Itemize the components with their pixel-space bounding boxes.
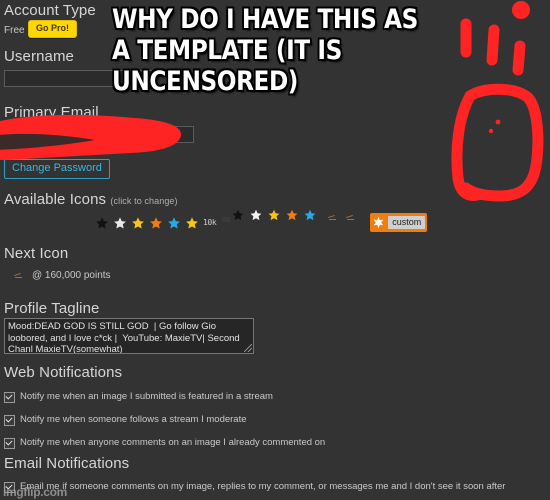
web-notification-checkbox-3[interactable] (4, 438, 15, 449)
flag-star-icon-blue[interactable] (304, 209, 325, 230)
next-icon-preview (14, 272, 23, 279)
profile-tagline-value: Mood:DEAD GOD IS STILL GOD | Go follow G… (8, 321, 243, 354)
person-icon-gray[interactable] (4, 215, 19, 230)
profile-tagline-heading: Profile Tagline (4, 300, 100, 317)
change-password-button[interactable]: Change Password (4, 159, 110, 179)
available-icons-title: Available Icons (4, 191, 107, 208)
star-icon-blue[interactable] (166, 215, 181, 230)
resize-grip-icon[interactable] (244, 344, 252, 352)
profile-tagline-textarea[interactable]: Mood:DEAD GOD IS STILL GOD | Go follow G… (4, 318, 254, 354)
next-icon-heading: Next Icon (4, 245, 69, 262)
go-pro-button[interactable]: Go Pro! (28, 20, 77, 38)
sheriff-star-icon[interactable] (184, 215, 199, 230)
red-hand-dots (488, 1, 530, 134)
username-heading: Username (4, 48, 74, 65)
compass-icon (372, 216, 385, 229)
web-notification-label-1: Notify me when an image I submitted is f… (20, 391, 273, 402)
web-notification-row[interactable]: Notify me when someone follows a stream … (4, 414, 247, 426)
star-icon-orange[interactable] (148, 215, 163, 230)
available-icons-hint: (click to change) (110, 196, 178, 206)
available-icons-list: 10k custom (4, 209, 428, 232)
locked-icon-1 (328, 214, 343, 230)
custom-icon-button[interactable]: custom (370, 213, 428, 232)
account-type-heading: Account Type (4, 2, 96, 19)
available-icons-heading: Available Icons (click to change) (4, 191, 178, 208)
ten-k-icon: 10k (203, 218, 217, 227)
person-icon-orange[interactable] (58, 215, 73, 230)
primary-email-input[interactable] (4, 126, 194, 143)
imgflip-watermark: imgflip.com (3, 485, 68, 499)
person-icon-yellow[interactable] (40, 215, 55, 230)
web-notification-checkbox-1[interactable] (4, 392, 15, 403)
web-notification-row[interactable]: Notify me when an image I submitted is f… (4, 391, 273, 403)
web-notification-row[interactable]: Notify me when anyone comments on an ima… (4, 437, 325, 449)
web-notification-checkbox-2[interactable] (4, 415, 15, 426)
email-notifications-heading: Email Notifications (4, 455, 130, 472)
person-icon-white[interactable] (22, 215, 37, 230)
locked-icon-2 (346, 214, 361, 230)
star-icon-black[interactable] (94, 215, 109, 230)
meme-image: Account Type Free Go Pro! Username Prima… (0, 0, 550, 500)
primary-email-heading: Primary Email (4, 104, 99, 121)
web-notifications-heading: Web Notifications (4, 364, 123, 381)
web-notification-label-2: Notify me when someone follows a stream … (20, 414, 247, 425)
meme-caption-text: WHY DO I HAVE THIS AS A TEMPLATE (IT IS … (112, 4, 418, 97)
web-notification-label-3: Notify me when anyone comments on an ima… (20, 437, 326, 448)
next-icon-requirement: @ 160,000 points (32, 270, 111, 281)
person-icon-blue[interactable] (76, 215, 91, 230)
custom-button-label: custom (388, 216, 426, 229)
star-icon-yellow[interactable] (130, 215, 145, 230)
email-notification-row[interactable]: Email me if someone comments on my image… (4, 481, 505, 493)
star-icon-white[interactable] (112, 215, 127, 230)
email-notification-label-1: Email me if someone comments on my image… (20, 481, 506, 492)
account-plan-value: Free (4, 25, 25, 36)
